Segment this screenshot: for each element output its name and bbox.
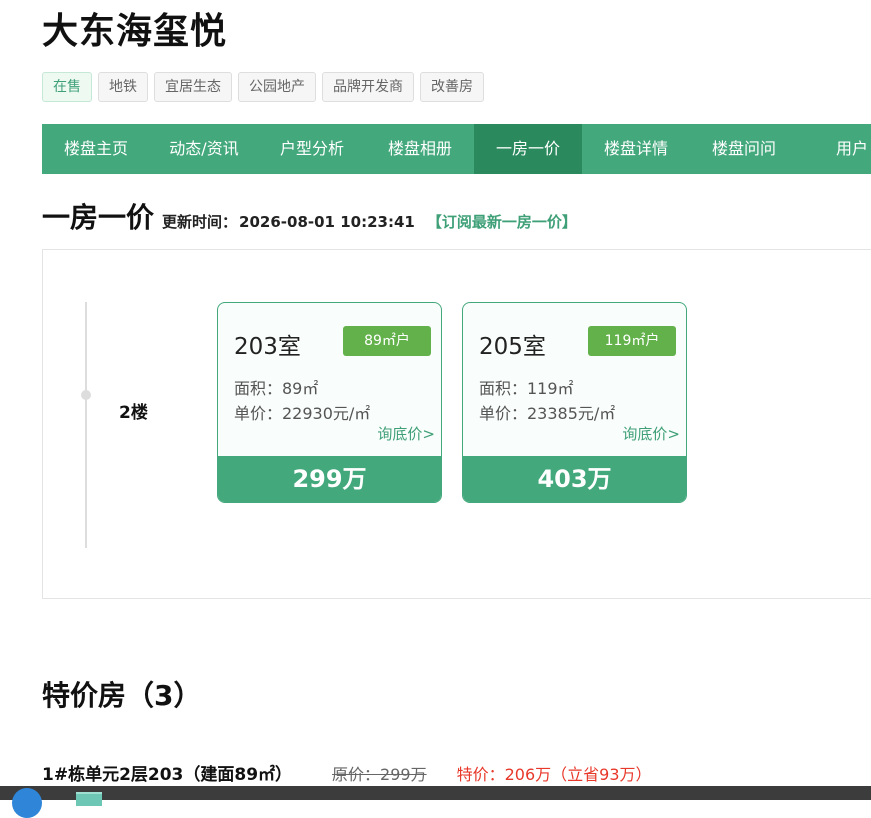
- nav-floorplans[interactable]: 户型分析: [258, 124, 366, 174]
- ask-price-link[interactable]: 询底价>: [377, 423, 435, 444]
- special-offer-title: 特价房（3）: [42, 679, 202, 712]
- price-list-panel: 2楼 203室 89㎡户 面积：89㎡ 单价：22930元/㎡ 询底价> 299…: [42, 249, 871, 599]
- special-offer-name: 1#栋单元2层203（建面89㎡）: [42, 765, 293, 785]
- tag-upgrade: 改善房: [420, 72, 484, 102]
- os-taskbar: [0, 786, 871, 818]
- tag-brand-developer: 品牌开发商: [322, 72, 414, 102]
- nav-qa[interactable]: 楼盘问问: [690, 124, 798, 174]
- unit-total-price: 403万: [463, 456, 686, 502]
- start-button-icon[interactable]: [12, 788, 42, 818]
- unit-room: 205室: [479, 334, 546, 360]
- floor-timeline: [85, 302, 87, 548]
- unit-type-badge: 89㎡户: [343, 326, 431, 356]
- nav-price-list[interactable]: 一房一价: [474, 124, 582, 174]
- nav-home[interactable]: 楼盘主页: [42, 124, 150, 174]
- unit-card-203[interactable]: 203室 89㎡户 面积：89㎡ 单价：22930元/㎡ 询底价> 299万: [217, 302, 442, 503]
- floor-label: 2楼: [119, 403, 148, 423]
- special-offer-price: 特价：206万（立省93万）: [456, 765, 652, 784]
- page-title: 大东海玺悦: [42, 11, 228, 52]
- section-title: 一房一价: [42, 201, 155, 234]
- unit-type-badge: 119㎡户: [588, 326, 676, 356]
- nav-details[interactable]: 楼盘详情: [582, 124, 690, 174]
- unit-area: 面积：119㎡: [479, 379, 574, 398]
- update-time: 2026-08-01 10:23:41: [239, 213, 415, 231]
- tag-park: 公园地产: [238, 72, 316, 102]
- special-offer-original-price: 原价：299万: [332, 765, 427, 784]
- special-offer-row[interactable]: 1#栋单元2层203（建面89㎡） 原价：299万 特价：206万（立省93万）: [42, 760, 652, 785]
- unit-price-per-sqm: 单价：23385元/㎡: [479, 404, 616, 423]
- unit-total-price: 299万: [218, 456, 441, 502]
- nav-news[interactable]: 动态/资讯: [150, 124, 258, 174]
- tag-on-sale: 在售: [42, 72, 92, 102]
- tag-list: 在售 地铁 宜居生态 公园地产 品牌开发商 改善房: [42, 72, 484, 102]
- tag-livable: 宜居生态: [154, 72, 232, 102]
- unit-area: 面积：89㎡: [234, 379, 319, 398]
- price-list-header: 一房一价 更新时间： 2026-08-01 10:23:41 【订阅最新一房一价…: [42, 196, 577, 236]
- unit-price-per-sqm: 单价：22930元/㎡: [234, 404, 371, 423]
- update-label: 更新时间：: [162, 213, 238, 231]
- nav-album[interactable]: 楼盘相册: [366, 124, 474, 174]
- subscribe-link[interactable]: 【订阅最新一房一价】: [427, 211, 577, 232]
- taskbar-app-icon[interactable]: [76, 792, 102, 806]
- unit-card-205[interactable]: 205室 119㎡户 面积：119㎡ 单价：23385元/㎡ 询底价> 403万: [462, 302, 687, 503]
- main-nav: 楼盘主页 动态/资讯 户型分析 楼盘相册 一房一价 楼盘详情 楼盘问问 用户: [42, 124, 871, 174]
- tag-metro: 地铁: [98, 72, 148, 102]
- ask-price-link[interactable]: 询底价>: [622, 423, 680, 444]
- nav-user[interactable]: 用户: [798, 124, 871, 174]
- floor-timeline-dot: [81, 390, 91, 400]
- unit-room: 203室: [234, 334, 301, 360]
